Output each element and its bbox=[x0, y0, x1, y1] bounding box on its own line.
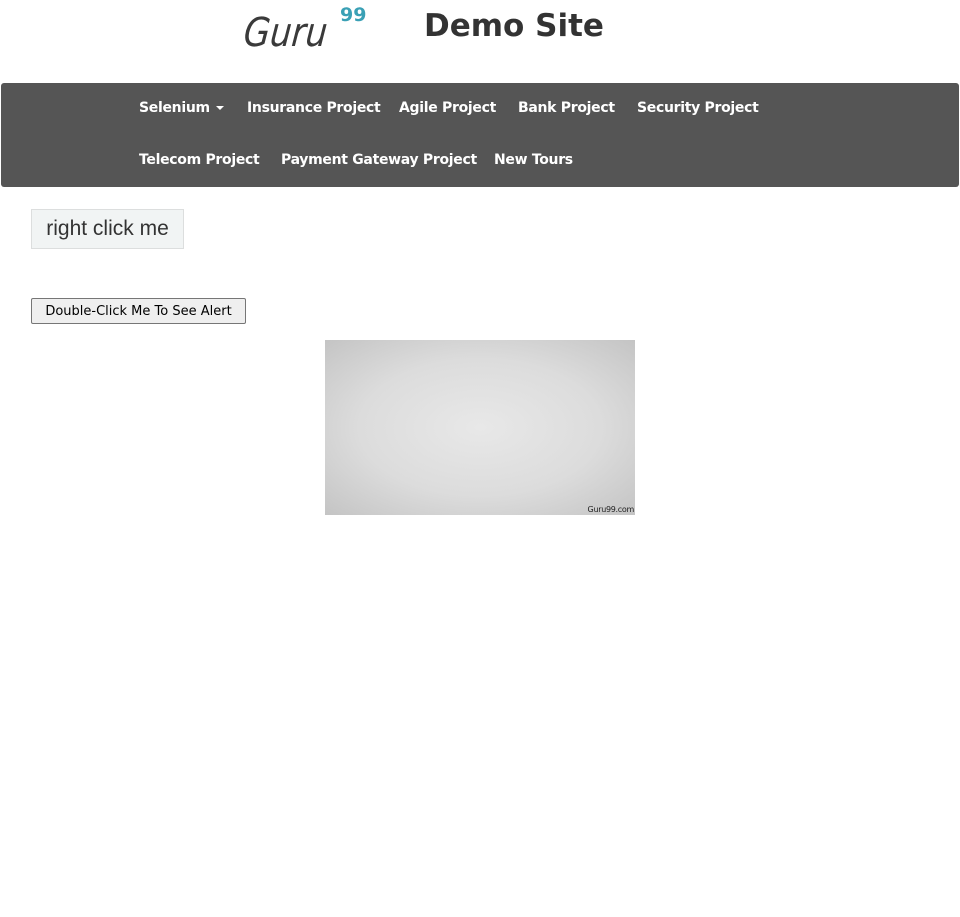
nav-item-selenium[interactable]: Selenium bbox=[139, 100, 224, 116]
demo-image: Guru99.com bbox=[325, 340, 635, 515]
nav-item-security-project[interactable]: Security Project bbox=[637, 100, 759, 116]
right-click-button[interactable]: right click me bbox=[31, 209, 184, 249]
nav-item-bank-project[interactable]: Bank Project bbox=[518, 100, 615, 116]
nav-item-payment-gateway-project[interactable]: Payment Gateway Project bbox=[281, 152, 477, 168]
site-title: Demo Site bbox=[424, 8, 604, 44]
nav-item-agile-project[interactable]: Agile Project bbox=[399, 100, 496, 116]
double-click-alert-button[interactable]: Double-Click Me To See Alert bbox=[31, 298, 246, 324]
image-watermark: Guru99.com bbox=[587, 505, 635, 514]
site-header: Guru 99 Demo Site bbox=[0, 0, 960, 83]
main-navbar: Selenium Insurance Project Agile Project… bbox=[1, 83, 959, 187]
nav-item-insurance-project[interactable]: Insurance Project bbox=[247, 100, 381, 116]
logo-superscript: 99 bbox=[340, 4, 367, 26]
logo-word: Guru bbox=[241, 10, 330, 56]
nav-item-new-tours[interactable]: New Tours bbox=[494, 152, 573, 168]
nav-item-telecom-project[interactable]: Telecom Project bbox=[139, 152, 260, 168]
caret-down-icon bbox=[215, 106, 224, 110]
nav-item-label: Selenium bbox=[139, 100, 210, 116]
